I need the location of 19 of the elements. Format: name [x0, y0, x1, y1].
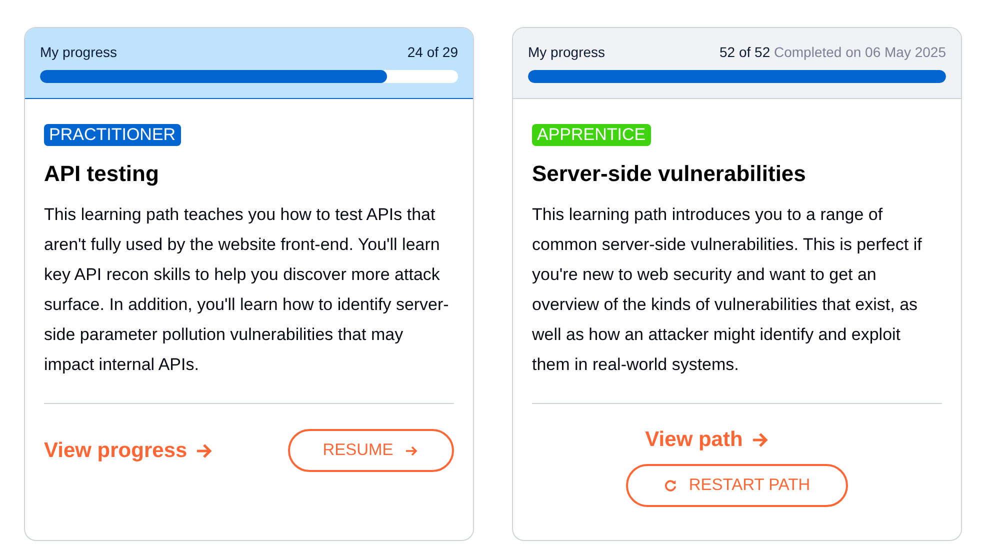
- path-description: This learning path teaches you how to test APIs that aren't fully used by the website front-end. You'll learn key API recon skills to help you discover more attack surface. In addition, you'll learn how to identify server-side parameter pollution vulnerabilities that may impact internal APIs.: [44, 204, 450, 376]
- path-title: API testing: [44, 160, 160, 188]
- level-badge: APPRENTICE: [532, 124, 651, 146]
- progress-count: 52 of 52: [720, 44, 770, 60]
- path-description: This learning path introduces you to a range of common server-side vulnerabilities. This is perfect if you're new to web security and want to get an overview of the kinds of vulnerabilities that exist, as well as how an attacker might identify and exploit them in real-world systems.: [532, 204, 923, 376]
- resume-button[interactable]: RESUME: [288, 429, 454, 472]
- view-path-link[interactable]: View path: [645, 428, 769, 452]
- progress-count: 24 of 29: [407, 44, 458, 60]
- restart-button[interactable]: RESTART PATH: [626, 464, 848, 507]
- arrow-icon: [195, 442, 214, 458]
- level-badge: PRACTITIONER: [44, 124, 181, 146]
- view-progress-link[interactable]: View progress: [44, 438, 214, 462]
- path-title: Server-side vulnerabilities: [532, 160, 807, 188]
- progress-label: My progress: [528, 43, 606, 62]
- arrow-icon: [750, 432, 769, 448]
- arrow-icon: [405, 444, 420, 456]
- completed-date: Completed on 06 May 2025: [774, 44, 946, 60]
- progress-label: My progress: [40, 43, 118, 62]
- restart-icon: [664, 479, 677, 492]
